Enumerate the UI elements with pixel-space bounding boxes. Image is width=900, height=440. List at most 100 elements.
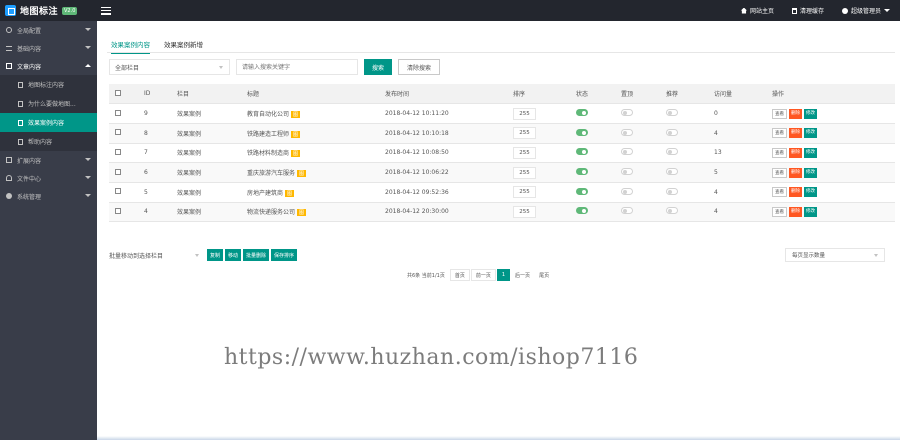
sidebar-item-system[interactable]: 系统管理 xyxy=(0,187,97,205)
status-switch[interactable] xyxy=(576,168,588,176)
sort-input[interactable]: 255 xyxy=(513,127,536,140)
top-switch[interactable] xyxy=(621,148,633,156)
view-button[interactable]: 查看 xyxy=(772,167,787,178)
pager-current[interactable]: 1 xyxy=(496,269,511,281)
delete-button[interactable]: 删除 xyxy=(789,187,802,198)
sidebar-subitem-cases[interactable]: 效果案例内容 xyxy=(0,113,97,132)
category-select[interactable]: 全部栏目 xyxy=(109,59,230,75)
pager-prev[interactable]: 前一页 xyxy=(470,269,496,281)
delete-button[interactable]: 删除 xyxy=(789,128,802,139)
row-checkbox[interactable] xyxy=(115,109,121,116)
cell-id: 9 xyxy=(144,103,177,124)
per-page-select[interactable]: 每页显示数量 xyxy=(785,248,885,262)
sidebar-subitem-help[interactable]: 帮助内容 xyxy=(0,132,97,151)
caret-down-icon xyxy=(884,9,890,12)
recommend-switch[interactable] xyxy=(666,148,678,156)
clear-cache-link[interactable]: 清理缓存 xyxy=(791,6,824,15)
edit-button[interactable]: 修改 xyxy=(804,206,817,217)
watermark: https://www.huzhan.com/ishop7116 xyxy=(224,345,639,370)
cell-title[interactable]: 铁路材料制造商图 xyxy=(247,143,385,164)
status-switch[interactable] xyxy=(576,148,588,156)
edit-button[interactable]: 修改 xyxy=(804,108,817,119)
row-checkbox[interactable] xyxy=(115,188,121,195)
recommend-switch[interactable] xyxy=(666,207,678,215)
recommend-switch[interactable] xyxy=(666,187,678,195)
cell-time: 2018-04-12 09:52:36 xyxy=(385,182,513,203)
top-switch[interactable] xyxy=(621,168,633,176)
move-category-select[interactable]: 批量移动到选择栏目 xyxy=(109,248,205,262)
chevron-down-icon xyxy=(874,254,878,257)
edit-button[interactable]: 修改 xyxy=(804,128,817,139)
search-button[interactable]: 搜索 xyxy=(364,59,393,75)
sidebar-item-extend[interactable]: 扩展内容 xyxy=(0,151,97,169)
top-switch[interactable] xyxy=(621,109,633,117)
site-home-link[interactable]: 网站主页 xyxy=(740,6,774,15)
view-button[interactable]: 查看 xyxy=(772,128,787,139)
view-button[interactable]: 查看 xyxy=(772,108,787,119)
cell-time: 2018-04-12 10:06:22 xyxy=(385,162,513,183)
sidebar-subitem-why[interactable]: 为什么要做地图... xyxy=(0,94,97,113)
sidebar-item-articles[interactable]: 文章内容 xyxy=(0,57,97,75)
cell-views: 0 xyxy=(714,103,772,124)
row-checkbox[interactable] xyxy=(115,148,121,155)
delete-button[interactable]: 删除 xyxy=(789,147,802,158)
delete-button[interactable]: 删除 xyxy=(789,206,802,217)
logo[interactable]: 地图标注 V2.0 xyxy=(0,0,97,21)
pager-first[interactable]: 首页 xyxy=(449,269,470,281)
pager-last[interactable]: 尾页 xyxy=(535,269,554,281)
top-switch[interactable] xyxy=(621,187,633,195)
delete-button[interactable]: 删除 xyxy=(789,167,802,178)
sidebar-item-basic[interactable]: 基础内容 xyxy=(0,39,97,57)
move-button[interactable]: 移动 xyxy=(225,249,242,261)
recommend-switch[interactable] xyxy=(666,168,678,176)
copy-button[interactable]: 复制 xyxy=(207,249,224,261)
sidebar-subitem-map[interactable]: 地图标注内容 xyxy=(0,75,97,94)
row-checkbox[interactable] xyxy=(115,129,121,136)
table-row: 8 效果案例 铁路建造工程师图 2018-04-12 10:10:18 255 4 查看 删除… xyxy=(109,123,895,144)
sort-input[interactable]: 255 xyxy=(513,146,536,159)
sort-input[interactable]: 255 xyxy=(513,205,536,218)
sort-input[interactable]: 255 xyxy=(513,166,536,179)
cell-title[interactable]: 教育自动化公司图 xyxy=(247,103,385,124)
edit-button[interactable]: 修改 xyxy=(804,167,817,178)
cell-time: 2018-04-12 20:30:00 xyxy=(385,202,513,223)
bulk-delete-button[interactable]: 批量删除 xyxy=(243,249,270,261)
recommend-switch[interactable] xyxy=(666,109,678,117)
row-checkbox[interactable] xyxy=(115,207,121,214)
view-button[interactable]: 查看 xyxy=(772,147,787,158)
sidebar-item-files[interactable]: 文件中心 xyxy=(0,169,97,187)
chevron-down-icon xyxy=(85,28,91,31)
status-switch[interactable] xyxy=(576,187,588,195)
status-switch[interactable] xyxy=(576,207,588,215)
top-switch[interactable] xyxy=(621,207,633,215)
select-all-checkbox[interactable] xyxy=(115,89,121,96)
recommend-switch[interactable] xyxy=(666,128,678,136)
cell-title[interactable]: 物流快递服务公司图 xyxy=(247,202,385,223)
delete-button[interactable]: 删除 xyxy=(789,108,802,119)
view-button[interactable]: 查看 xyxy=(772,187,787,198)
top-switch[interactable] xyxy=(621,128,633,136)
clear-search-button[interactable]: 清除搜索 xyxy=(398,59,441,75)
sort-input[interactable]: 255 xyxy=(513,107,536,120)
status-switch[interactable] xyxy=(576,128,588,136)
status-switch[interactable] xyxy=(576,109,588,117)
cell-title[interactable]: 重庆旅游汽车服务图 xyxy=(247,162,385,183)
table-row: 9 效果案例 教育自动化公司图 2018-04-12 10:11:20 255 0 查看 删除… xyxy=(109,103,895,124)
pager-next[interactable]: 后一页 xyxy=(511,269,535,281)
sort-input[interactable]: 255 xyxy=(513,186,536,199)
edit-button[interactable]: 修改 xyxy=(804,187,817,198)
sidebar-item-global-config[interactable]: 全局配置 xyxy=(0,21,97,39)
row-checkbox[interactable] xyxy=(115,168,121,175)
admin-menu[interactable]: 超级管理员 xyxy=(841,6,890,15)
save-sort-button[interactable]: 保存排序 xyxy=(271,249,298,261)
chevron-up-icon xyxy=(85,64,91,67)
cell-title[interactable]: 铁路建造工程师图 xyxy=(247,123,385,144)
cell-views: 5 xyxy=(714,162,772,183)
sidebar-submenu: 地图标注内容 为什么要做地图... 效果案例内容 帮助内容 xyxy=(0,75,97,151)
search-input[interactable] xyxy=(236,59,358,75)
cell-title[interactable]: 房地产建筑商图 xyxy=(247,182,385,203)
edit-button[interactable]: 修改 xyxy=(804,147,817,158)
col-title: 标题 xyxy=(247,84,385,105)
view-button[interactable]: 查看 xyxy=(772,206,787,217)
menu-toggle-icon[interactable] xyxy=(101,6,111,15)
